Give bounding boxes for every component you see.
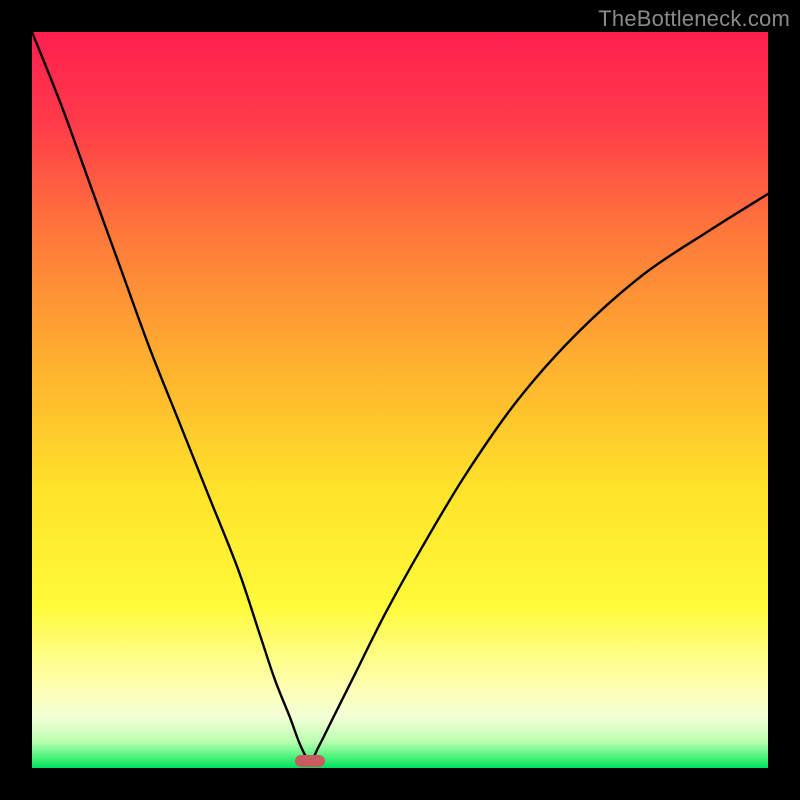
outer-frame: TheBottleneck.com (0, 0, 800, 800)
optimal-marker (295, 755, 325, 767)
watermark-text: TheBottleneck.com (598, 6, 790, 32)
bottleneck-curve (32, 32, 768, 768)
plot-area (32, 32, 768, 768)
